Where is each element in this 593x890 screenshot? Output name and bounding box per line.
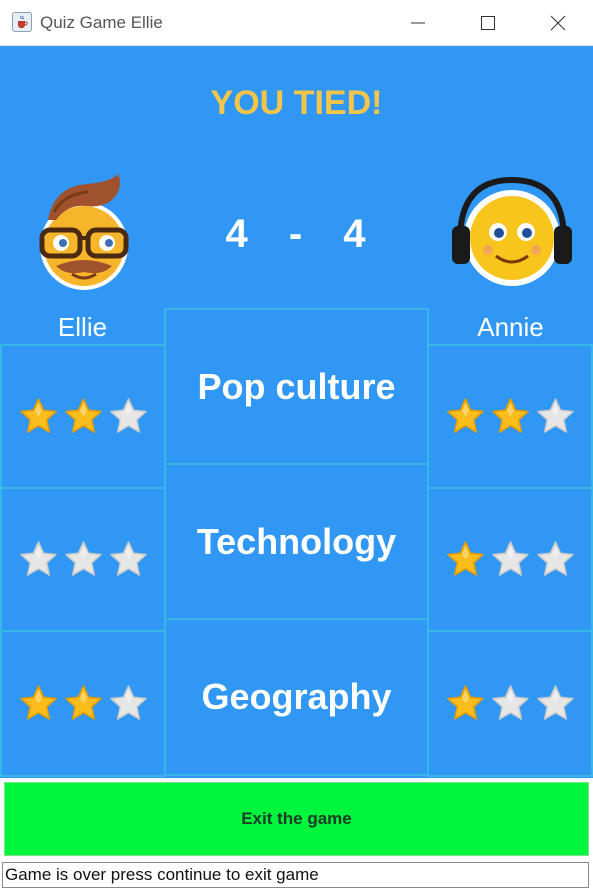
exit-game-button[interactable]: Exit the game <box>4 782 589 856</box>
star-empty-icon <box>109 685 147 720</box>
star-empty-icon <box>19 541 57 576</box>
close-button[interactable] <box>523 0 593 46</box>
right-stars-round-1 <box>427 344 593 489</box>
category-geography: Geography <box>164 618 429 776</box>
headphones-emoji-icon <box>450 176 574 295</box>
score-left: 4 <box>225 212 250 256</box>
close-icon <box>550 15 566 31</box>
category-pop-culture: Pop culture <box>164 308 429 465</box>
player-name-right: Annie <box>477 312 544 342</box>
window-title: Quiz Game Ellie <box>40 13 163 32</box>
window-titlebar: Quiz Game Ellie <box>0 0 593 46</box>
star-filled-icon <box>19 398 57 433</box>
java-cup-icon <box>12 12 32 32</box>
star-empty-icon <box>536 685 574 720</box>
player-name-left: Ellie <box>57 312 108 342</box>
status-bar: Game is over press continue to exit game <box>0 860 593 890</box>
star-empty-icon <box>64 541 102 576</box>
star-empty-icon <box>109 541 147 576</box>
score-right: 4 <box>343 212 368 256</box>
star-filled-icon <box>64 685 102 720</box>
star-empty-icon <box>536 398 574 433</box>
hipster-emoji-icon <box>36 172 132 299</box>
minimize-button[interactable] <box>383 0 453 46</box>
star-empty-icon <box>109 398 147 433</box>
category-technology: Technology <box>164 463 429 620</box>
minimize-icon <box>411 22 425 24</box>
star-empty-icon <box>536 541 574 576</box>
exit-area: Exit the game <box>0 778 593 860</box>
left-stars-round-2 <box>0 487 166 632</box>
star-filled-icon <box>491 398 529 433</box>
maximize-icon <box>481 16 495 30</box>
star-empty-icon <box>491 685 529 720</box>
right-stars-round-2 <box>427 487 593 632</box>
star-filled-icon <box>446 685 484 720</box>
star-empty-icon <box>491 541 529 576</box>
star-filled-icon <box>64 398 102 433</box>
star-filled-icon <box>446 398 484 433</box>
status-text: Game is over press continue to exit game <box>2 862 589 888</box>
score-display: 4 - 4 <box>200 212 393 257</box>
left-stars-round-3 <box>0 630 166 777</box>
star-filled-icon <box>19 685 57 720</box>
star-filled-icon <box>446 541 484 576</box>
right-stars-round-3 <box>427 630 593 777</box>
result-headline: YOU TIED! <box>210 84 383 122</box>
maximize-button[interactable] <box>453 0 523 46</box>
score-separator: - <box>288 212 305 256</box>
left-stars-round-1 <box>0 344 166 489</box>
game-result-panel: YOU TIED! 4 - 4 Ellie Annie Pop culture … <box>0 46 593 778</box>
